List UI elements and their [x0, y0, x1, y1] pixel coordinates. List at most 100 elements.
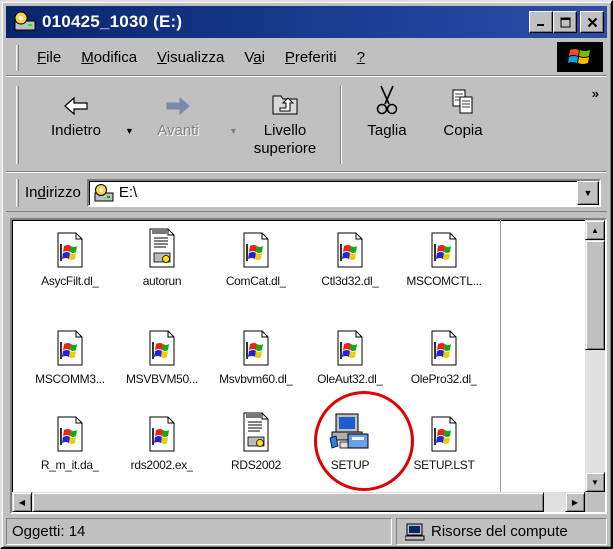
file-item[interactable]: AsycFilt.dl_: [22, 228, 118, 288]
status-zone-label: Risorse del compute: [431, 523, 568, 540]
up-level-label-line1: Livello: [263, 122, 307, 139]
compressed-file-icon: [336, 326, 364, 366]
cut-button[interactable]: Taglia: [352, 84, 422, 170]
compressed-file-icon: [148, 412, 176, 452]
scroll-right-button[interactable]: ▶: [565, 492, 585, 512]
cut-label: Taglia: [367, 122, 407, 139]
horizontal-scroll-thumb[interactable]: [32, 492, 544, 512]
file-item[interactable]: RDS2002: [208, 412, 304, 472]
view-divider: [500, 220, 501, 492]
menu-bar: File Modifica Visualizza Vai Preferiti ?: [6, 40, 607, 76]
scissors-icon: [375, 84, 399, 116]
file-name: OleAut32.dl_: [317, 372, 383, 386]
forward-arrow-icon: [165, 84, 191, 116]
scroll-up-button[interactable]: ▲: [585, 220, 605, 240]
compressed-file-icon: [56, 412, 84, 452]
file-item[interactable]: OlePro32.dl_: [396, 326, 492, 386]
close-button[interactable]: [580, 11, 604, 33]
scroll-left-button[interactable]: ◀: [12, 492, 32, 512]
file-item[interactable]: ComCat.dl_: [208, 228, 304, 288]
forward-dropdown-icon[interactable]: ▼: [229, 126, 238, 136]
compressed-file-icon: [242, 326, 270, 366]
status-object-count: Oggetti: 14: [6, 518, 392, 545]
title-bar[interactable]: 010425_1030 (E:): [6, 6, 607, 38]
file-item[interactable]: autorun: [114, 228, 210, 288]
compressed-file-icon: [430, 326, 458, 366]
drive-icon: [12, 11, 38, 33]
toolbar-separator: [340, 86, 342, 164]
file-name: MSCOMCTL...: [406, 274, 482, 288]
file-view: AsycFilt.dl_ autorun ComCat.dl_ Ctl3d32.…: [10, 218, 607, 514]
drive-icon: [93, 183, 115, 207]
menu-vai[interactable]: Vai: [234, 49, 275, 66]
address-dropdown-button[interactable]: ▼: [577, 180, 599, 205]
file-name: OlePro32.dl_: [410, 372, 478, 386]
file-name: Ctl3d32.dl_: [321, 274, 379, 288]
status-bar: Oggetti: 14 Risorse del compute: [6, 518, 607, 545]
toolbar: Indietro ▼ Avanti ▼ Livello superiore Ta…: [6, 78, 607, 172]
file-name: AsycFilt.dl_: [41, 274, 99, 288]
menu-visualizza[interactable]: Visualizza: [147, 49, 234, 66]
menu-file[interactable]: File: [27, 49, 71, 66]
address-label: Indirizzo: [25, 184, 81, 201]
back-dropdown-icon[interactable]: ▼: [125, 126, 134, 136]
file-item[interactable]: rds2002.ex_: [114, 412, 210, 472]
file-name: autorun: [142, 274, 182, 288]
status-zone: Risorse del compute: [396, 518, 607, 545]
compressed-file-icon: [430, 412, 458, 452]
forward-label: Avanti: [157, 122, 199, 139]
explorer-window: 010425_1030 (E:) File Modifica Visualizz…: [0, 0, 613, 549]
setup-info-file-icon: [148, 228, 176, 268]
copy-button[interactable]: Copia: [428, 84, 498, 170]
minimize-button[interactable]: [529, 11, 553, 33]
file-grid: AsycFilt.dl_ autorun ComCat.dl_ Ctl3d32.…: [12, 220, 500, 492]
file-item[interactable]: MSCOMM3...: [22, 326, 118, 386]
menu-help[interactable]: ?: [347, 49, 375, 66]
setup-highlight-circle: [314, 391, 414, 491]
menu-modifica[interactable]: Modifica: [71, 49, 147, 66]
maximize-button[interactable]: [553, 11, 577, 33]
compressed-file-icon: [56, 326, 84, 366]
menu-grip[interactable]: [16, 44, 19, 71]
setup-info-file-icon: [242, 412, 270, 452]
file-name: ComCat.dl_: [225, 274, 287, 288]
file-name: SETUP.LST: [413, 458, 475, 472]
file-item[interactable]: OleAut32.dl_: [302, 326, 398, 386]
computer-icon: [405, 523, 425, 540]
horizontal-scrollbar[interactable]: ◀ ▶: [12, 492, 585, 512]
file-item[interactable]: Ctl3d32.dl_: [302, 228, 398, 288]
address-grip[interactable]: [16, 178, 19, 207]
menu-preferiti[interactable]: Preferiti: [275, 49, 347, 66]
file-name: MSVBVM50...: [125, 372, 199, 386]
close-icon: [587, 17, 597, 27]
folder-up-icon: [271, 84, 299, 116]
address-input[interactable]: E:\ ▼: [86, 178, 601, 207]
toolbar-grip[interactable]: [16, 86, 19, 164]
window-title: 010425_1030 (E:): [42, 12, 183, 31]
forward-button[interactable]: Avanti: [138, 84, 218, 170]
compressed-file-icon: [336, 228, 364, 268]
file-item[interactable]: Msvbvm60.dl_: [208, 326, 304, 386]
minimize-icon: [537, 24, 544, 26]
file-name: RDS2002: [231, 458, 281, 472]
vertical-scroll-thumb[interactable]: [585, 240, 605, 350]
maximize-icon: [560, 17, 570, 27]
back-button[interactable]: Indietro: [36, 84, 116, 170]
scroll-down-button[interactable]: ▼: [585, 472, 605, 492]
copy-icon: [451, 84, 475, 116]
vertical-scrollbar[interactable]: ▲ ▼: [585, 220, 605, 492]
file-name: Msvbvm60.dl_: [219, 372, 293, 386]
back-arrow-icon: [63, 84, 89, 116]
file-item[interactable]: MSCOMCTL...: [396, 228, 492, 288]
file-item[interactable]: MSVBVM50...: [114, 326, 210, 386]
back-label: Indietro: [50, 122, 102, 139]
compressed-file-icon: [242, 228, 270, 268]
compressed-file-icon: [56, 228, 84, 268]
up-level-button[interactable]: Livello superiore: [242, 84, 328, 170]
file-item[interactable]: R_m_it.da_: [22, 412, 118, 472]
address-bar: Indirizzo E:\ ▼: [6, 174, 607, 212]
file-name: MSCOMM3...: [35, 372, 105, 386]
windows-logo-icon: [557, 42, 603, 72]
file-name: R_m_it.da_: [40, 458, 100, 472]
toolbar-more-chevron-icon[interactable]: »: [592, 86, 599, 101]
